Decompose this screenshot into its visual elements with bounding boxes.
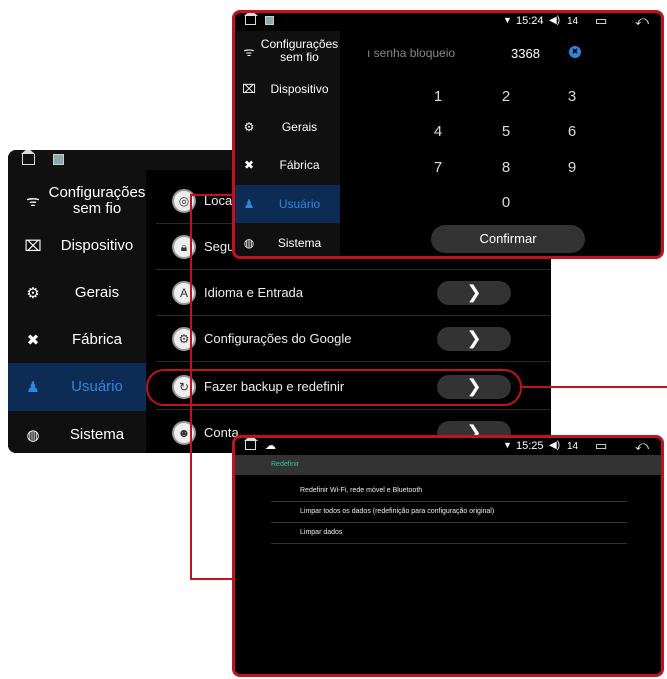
tools-icon: ✖ xyxy=(243,158,255,172)
key-8[interactable]: 8 xyxy=(486,159,526,176)
wifi-icon: ᯤ xyxy=(26,193,40,210)
option-reset-network[interactable]: Redefinir Wi-Fi, rede móvel e Bluetooth xyxy=(271,481,627,502)
wifi-icon: ᯤ xyxy=(243,44,255,59)
volume-level: 14 xyxy=(567,16,579,27)
key-3[interactable]: 3 xyxy=(552,88,592,105)
volume-icon[interactable]: ◀) xyxy=(549,440,560,451)
callout-line xyxy=(190,194,192,580)
row-google-settings[interactable]: ⚙ Configurações do Google ❯ xyxy=(156,316,551,362)
clear-icon[interactable]: ✖ xyxy=(569,46,581,58)
option-clear-data[interactable]: Limpar dados xyxy=(271,523,627,544)
section-header: Redefinir xyxy=(235,455,661,475)
user-icon: ♟ xyxy=(26,379,40,396)
clock: 15:25 xyxy=(516,440,544,452)
gear-icon: ⚙ xyxy=(243,120,255,134)
gallery-icon xyxy=(265,16,274,25)
wifi-icon: ▼ xyxy=(503,440,512,450)
wifi-icon: ▼ xyxy=(503,15,512,25)
home-icon[interactable] xyxy=(244,13,258,25)
callout-line xyxy=(190,194,234,196)
clock: 15:24 xyxy=(516,15,544,27)
sidebar-item-user[interactable]: ♟ Usuário xyxy=(8,363,146,411)
gallery-icon xyxy=(53,154,64,165)
sidebar-item-system[interactable]: ◍ Sistema xyxy=(8,412,146,453)
password-label: ı senha bloqueio xyxy=(367,46,456,60)
sidebar-item-system[interactable]: ◍ Sistema xyxy=(235,225,340,256)
option-factory-reset[interactable]: Limpar todos os dados (redefinição para … xyxy=(271,502,627,523)
sidebar-item-device[interactable]: ⌧ Dispositivo xyxy=(235,71,340,107)
key-2[interactable]: 2 xyxy=(486,88,526,105)
lock-icon: 🔒︎ xyxy=(172,234,196,259)
back-icon[interactable]: ⤺ xyxy=(635,438,649,454)
key-1[interactable]: 1 xyxy=(418,88,458,105)
password-input[interactable]: 3368 xyxy=(511,46,540,61)
sidebar-item-wireless[interactable]: ᯤ Configurações sem fio xyxy=(8,180,146,222)
status-bar: ☁ ▼ 15:25 ◀) 14 ▭ ⤺ xyxy=(235,438,661,455)
volume-level: 14 xyxy=(567,441,579,452)
home-icon[interactable] xyxy=(21,150,35,165)
language-icon: A xyxy=(172,280,196,305)
globe-icon: ◍ xyxy=(26,427,40,444)
confirm-button[interactable]: Confirmar xyxy=(431,225,585,253)
key-0[interactable]: 0 xyxy=(486,194,526,211)
chevron-right-icon[interactable]: ❯ xyxy=(437,326,511,351)
sidebar-item-general[interactable]: ⚙ Gerais xyxy=(235,109,340,145)
sidebar-item-device[interactable]: ⌧ Dispositivo xyxy=(8,223,146,269)
account-icon: ☻ xyxy=(172,420,196,445)
highlight-backup-row xyxy=(146,369,522,406)
sidebar-item-factory[interactable]: ✖ Fábrica xyxy=(235,147,340,183)
callout-line xyxy=(190,578,234,580)
location-icon: ◎ xyxy=(172,188,196,213)
callout-line xyxy=(522,386,667,388)
device-icon: ⌧ xyxy=(24,238,42,255)
sidebar-item-general[interactable]: ⚙ Gerais xyxy=(8,270,146,316)
device-icon: ⌧ xyxy=(242,82,256,96)
key-9[interactable]: 9 xyxy=(552,159,592,176)
sidebar-item-wireless[interactable]: ᯤ Configurações sem fio xyxy=(235,33,340,69)
sidebar-item-user[interactable]: ♟ Usuário xyxy=(235,185,340,223)
window-icon[interactable]: ▭ xyxy=(595,13,607,29)
home-icon[interactable] xyxy=(244,438,258,450)
gear-icon: ⚙ xyxy=(26,285,40,302)
sidebar: ᯤ Configurações sem fio ⌧ Dispositivo ⚙ Ger… xyxy=(235,31,340,256)
key-5[interactable]: 5 xyxy=(486,123,526,140)
window-icon[interactable]: ▭ xyxy=(595,438,607,454)
status-bar: ▼ 15:24 ◀) 14 ▭ ⤺ xyxy=(235,13,661,31)
key-4[interactable]: 4 xyxy=(418,123,458,140)
sidebar: ᯤ Configurações sem fio ⌧ Dispositivo ⚙ Ger… xyxy=(8,170,146,453)
key-6[interactable]: 6 xyxy=(552,123,592,140)
sidebar-item-factory[interactable]: ✖ Fábrica xyxy=(8,317,146,363)
tools-icon: ✖ xyxy=(26,332,40,349)
user-icon: ♟ xyxy=(243,197,255,211)
reset-popup: ☁ ▼ 15:25 ◀) 14 ▭ ⤺ Redefinir Redefinir … xyxy=(232,435,664,677)
unlock-password-popup: ▼ 15:24 ◀) 14 ▭ ⤺ ᯤ Configurações sem fio… xyxy=(232,10,664,259)
volume-icon[interactable]: ◀) xyxy=(549,15,560,26)
globe-icon: ◍ xyxy=(243,236,255,250)
key-7[interactable]: 7 xyxy=(418,159,458,176)
chevron-right-icon[interactable]: ❯ xyxy=(437,280,511,305)
back-icon[interactable]: ⤺ xyxy=(635,13,649,29)
row-language[interactable]: A Idioma e Entrada ❯ xyxy=(156,270,551,316)
google-settings-icon: ⚙ xyxy=(172,326,196,351)
cloud-icon: ☁ xyxy=(265,440,276,452)
